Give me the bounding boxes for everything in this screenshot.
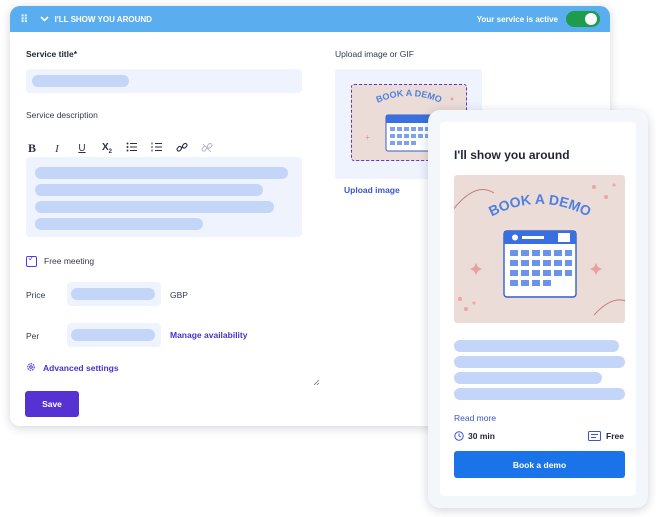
free-meeting-checkbox[interactable] xyxy=(26,254,37,267)
text-placeholder xyxy=(35,218,203,230)
svg-text:BOOK A DEMO: BOOK A DEMO xyxy=(486,191,594,219)
read-more-link[interactable]: Read more xyxy=(454,413,496,423)
italic-icon[interactable]: I xyxy=(51,143,63,155)
price-label: Price xyxy=(26,290,46,300)
preview-image-caption: BOOK A DEMO xyxy=(486,191,594,219)
resize-handle-icon[interactable] xyxy=(313,379,320,386)
service-status-label: Your service is active xyxy=(476,14,558,24)
drag-handle-icon[interactable]: ⠿ xyxy=(20,13,29,26)
currency-label: GBP xyxy=(170,290,188,300)
text-placeholder xyxy=(35,201,274,213)
duration-label: 30 min xyxy=(468,431,495,441)
chevron-down-icon[interactable] xyxy=(40,14,49,24)
svg-text:BOOK A DEMO: BOOK A DEMO xyxy=(375,88,444,105)
save-button[interactable]: Save xyxy=(25,391,79,417)
preview-title: I'll show you around xyxy=(454,148,570,162)
per-select[interactable] xyxy=(67,323,161,347)
clock-icon xyxy=(454,431,464,441)
price-input[interactable] xyxy=(67,282,161,306)
underline-icon[interactable]: U xyxy=(76,143,88,154)
service-description-label: Service description xyxy=(26,110,98,120)
subscript-icon[interactable]: X2 xyxy=(101,142,113,155)
description-placeholder xyxy=(454,372,602,384)
numbered-list-icon[interactable] xyxy=(151,142,163,155)
service-preview-card: I'll show you around BOOK A DEMO Read mo… xyxy=(428,110,648,508)
price-tag-icon xyxy=(588,431,601,441)
svg-text:+: + xyxy=(365,133,370,142)
book-demo-button[interactable]: Book a demo xyxy=(454,451,625,478)
description-placeholder xyxy=(454,340,619,352)
link-icon[interactable] xyxy=(176,142,188,156)
description-placeholder xyxy=(454,356,625,368)
preview-content: I'll show you around BOOK A DEMO Read mo… xyxy=(440,122,636,496)
preview-image: BOOK A DEMO xyxy=(454,175,625,323)
advanced-settings-link[interactable]: Advanced settings xyxy=(43,363,119,373)
service-active-toggle[interactable] xyxy=(566,11,600,27)
service-title-input[interactable] xyxy=(26,69,302,93)
editor-header: ⠿ I'LL SHOW YOU AROUND Your service is a… xyxy=(10,6,610,32)
gear-icon[interactable] xyxy=(26,362,36,372)
bulleted-list-icon[interactable] xyxy=(126,142,138,155)
service-description-editor[interactable] xyxy=(26,157,320,386)
bold-icon[interactable]: B xyxy=(26,141,38,156)
free-meeting-label: Free meeting xyxy=(44,256,95,266)
upload-image-label: Upload image or GIF xyxy=(335,49,414,59)
text-placeholder xyxy=(71,288,155,300)
text-placeholder xyxy=(71,329,155,341)
per-label: Per xyxy=(26,331,40,341)
rich-text-toolbar: B I U X2 xyxy=(26,141,213,156)
upload-image-link[interactable]: Upload image xyxy=(344,185,400,195)
manage-availability-link[interactable]: Manage availability xyxy=(170,330,247,340)
text-placeholder xyxy=(35,184,263,196)
unlink-icon[interactable] xyxy=(201,142,213,156)
text-placeholder xyxy=(35,167,288,179)
description-placeholder xyxy=(454,388,625,400)
service-header-title: I'LL SHOW YOU AROUND xyxy=(54,14,152,24)
service-title-label: Service title* xyxy=(26,49,78,59)
price-value: Free xyxy=(606,431,624,441)
upload-image-caption: BOOK A DEMO xyxy=(375,88,444,105)
text-placeholder xyxy=(32,75,129,87)
